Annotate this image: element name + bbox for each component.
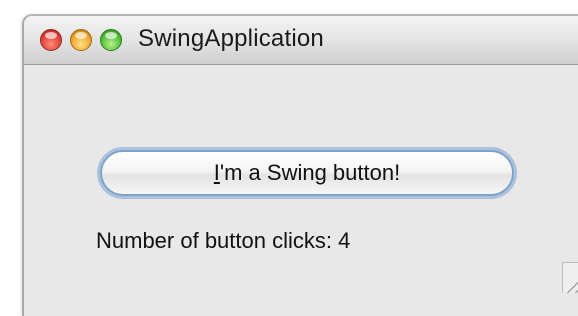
title-bar[interactable]: SwingApplication <box>24 16 578 65</box>
zoom-icon[interactable] <box>100 29 122 51</box>
swing-application-window: SwingApplication I'm a Swing button! Num… <box>22 14 578 316</box>
minimize-icon[interactable] <box>70 29 92 51</box>
resize-grip-icon[interactable] <box>562 262 578 293</box>
button-label: 'm a Swing button! <box>219 160 401 185</box>
close-icon[interactable] <box>40 29 62 51</box>
swing-button[interactable]: I'm a Swing button! <box>100 150 514 196</box>
click-count-label: Number of button clicks: 4 <box>96 228 351 253</box>
window-title: SwingApplication <box>138 25 324 52</box>
